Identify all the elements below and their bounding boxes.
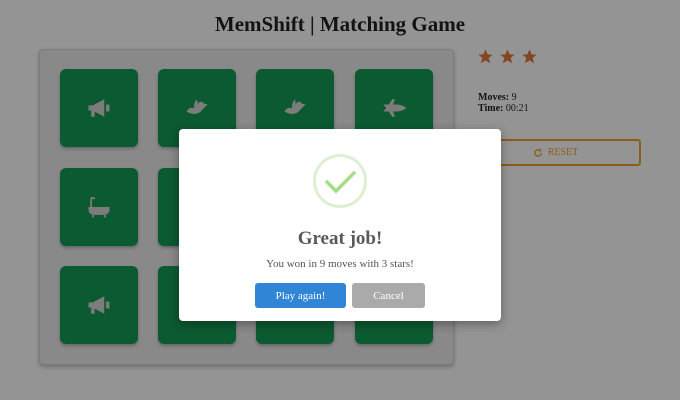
- cancel-button[interactable]: Cancel: [352, 283, 425, 308]
- dialog-message: You won in 9 moves with 3 stars!: [266, 258, 414, 270]
- dialog-title: Great job!: [297, 228, 383, 249]
- success-check-icon: [313, 154, 367, 208]
- win-dialog: Great job! You won in 9 moves with 3 sta…: [179, 129, 501, 321]
- play-again-button[interactable]: Play again!: [255, 283, 346, 308]
